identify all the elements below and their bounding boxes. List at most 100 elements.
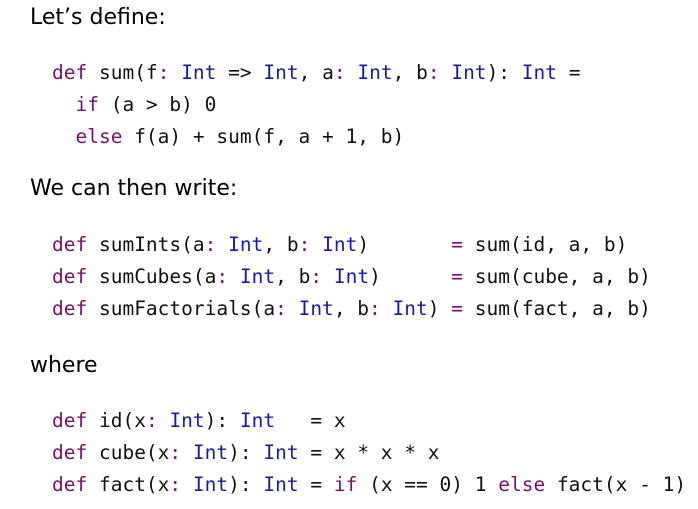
operator-token: = (451, 265, 464, 288)
code-token: = x * x * x (298, 441, 440, 464)
code-line: def sumFactorials(a: Int, b: Int) = sum(… (52, 293, 651, 325)
operator-token: : (204, 233, 217, 256)
code-line: def fact(x: Int): Int = if (x == 0) 1 el… (52, 469, 686, 501)
code-token: (x == 0) 1 (357, 473, 499, 496)
code-token: sumCubes(a (87, 265, 217, 288)
type-token: Int (263, 441, 299, 464)
code-token: fact(x (87, 473, 170, 496)
type-token: Int (192, 473, 229, 496)
sum-definition-code: def sum(f: Int => Int, a: Int, b: Int): … (52, 57, 581, 153)
where-text: where (30, 353, 98, 378)
sum-uses-code: def sumInts(a: Int, b: Int) = sum(id, a,… (52, 229, 651, 325)
code-token: sum(f (87, 61, 158, 84)
type-token: Int (392, 297, 428, 320)
operator-token: : (298, 233, 311, 256)
keyword-token: def (52, 441, 88, 464)
code-token: sumInts(a (87, 233, 205, 256)
keyword-token: else (498, 473, 546, 496)
operator-token: : (275, 297, 287, 320)
code-token: ): (486, 61, 522, 84)
type-token: Int (357, 61, 393, 84)
operator-token: = (451, 233, 464, 256)
code-token: , b (263, 233, 299, 256)
type-token: Int (228, 233, 264, 256)
type-token: Int (169, 409, 205, 432)
keyword-token: if (75, 93, 99, 116)
intro-text: Let’s define: (30, 5, 166, 30)
operator-token: : (145, 409, 158, 432)
code-token: cube(x (87, 441, 170, 464)
code-token: id(x (87, 409, 146, 432)
type-token: Int (521, 61, 558, 84)
operator-token: = (451, 297, 464, 320)
helper-definitions-code: def id(x: Int): Int = x def cube(x: Int):… (52, 405, 686, 501)
code-token: ) (369, 265, 452, 288)
operator-token: : (169, 441, 182, 464)
type-token: Int (181, 61, 217, 84)
type-token: Int (263, 473, 299, 496)
keyword-token: def (52, 409, 88, 432)
operator-token: : (427, 61, 440, 84)
code-token: ): (228, 473, 264, 496)
keyword-token: def (52, 61, 88, 84)
type-token: Int (322, 233, 358, 256)
code-line: if (a > b) 0 (52, 89, 581, 121)
code-token: sum(cube, a, b) (463, 265, 651, 288)
type-token: Int (239, 409, 276, 432)
code-token: = (557, 61, 581, 84)
keyword-token: def (52, 297, 88, 320)
keyword-token: else (75, 125, 123, 148)
code-token: (a > b) 0 (98, 93, 217, 116)
keyword-token: def (52, 233, 88, 256)
code-token: , a (298, 61, 334, 84)
code-token: f(a) + sum(f, a + 1, b) (122, 125, 405, 148)
operator-token: : (310, 265, 323, 288)
type-token: Int (239, 265, 276, 288)
type-token: Int (192, 441, 229, 464)
type-token: Int (298, 297, 334, 320)
code-line: def sumInts(a: Int, b: Int) = sum(id, a,… (52, 229, 651, 261)
code-token: ) (427, 297, 452, 320)
code-line: def cube(x: Int): Int = x * x * x (52, 437, 686, 469)
code-line: else f(a) + sum(f, a + 1, b) (52, 121, 581, 153)
type-token: Int (333, 265, 370, 288)
code-line: def id(x: Int): Int = x (52, 405, 686, 437)
code-token: sumFactorials(a (87, 297, 276, 320)
code-token: , b (392, 61, 428, 84)
code-token: ) (357, 233, 452, 256)
code-token: = x (275, 409, 346, 432)
code-token: sum(id, a, b) (463, 233, 628, 256)
code-token: ): (228, 441, 264, 464)
code-token: ): (204, 409, 240, 432)
keyword-token: if (333, 473, 358, 496)
code-token: , b (275, 265, 311, 288)
code-token: => (216, 61, 264, 84)
then-text: We can then write: (30, 176, 238, 201)
operator-token: : (169, 473, 182, 496)
operator-token: : (333, 61, 346, 84)
type-token: Int (263, 61, 299, 84)
code-line: def sumCubes(a: Int, b: Int) = sum(cube,… (52, 261, 651, 293)
code-token: , b (333, 297, 370, 320)
operator-token: : (216, 265, 229, 288)
code-line: def sum(f: Int => Int, a: Int, b: Int): … (52, 57, 581, 89)
code-token: fact(x - 1) (545, 473, 687, 496)
keyword-token: def (52, 265, 88, 288)
operator-token: : (369, 297, 381, 320)
code-token: = (298, 473, 334, 496)
type-token: Int (451, 61, 487, 84)
